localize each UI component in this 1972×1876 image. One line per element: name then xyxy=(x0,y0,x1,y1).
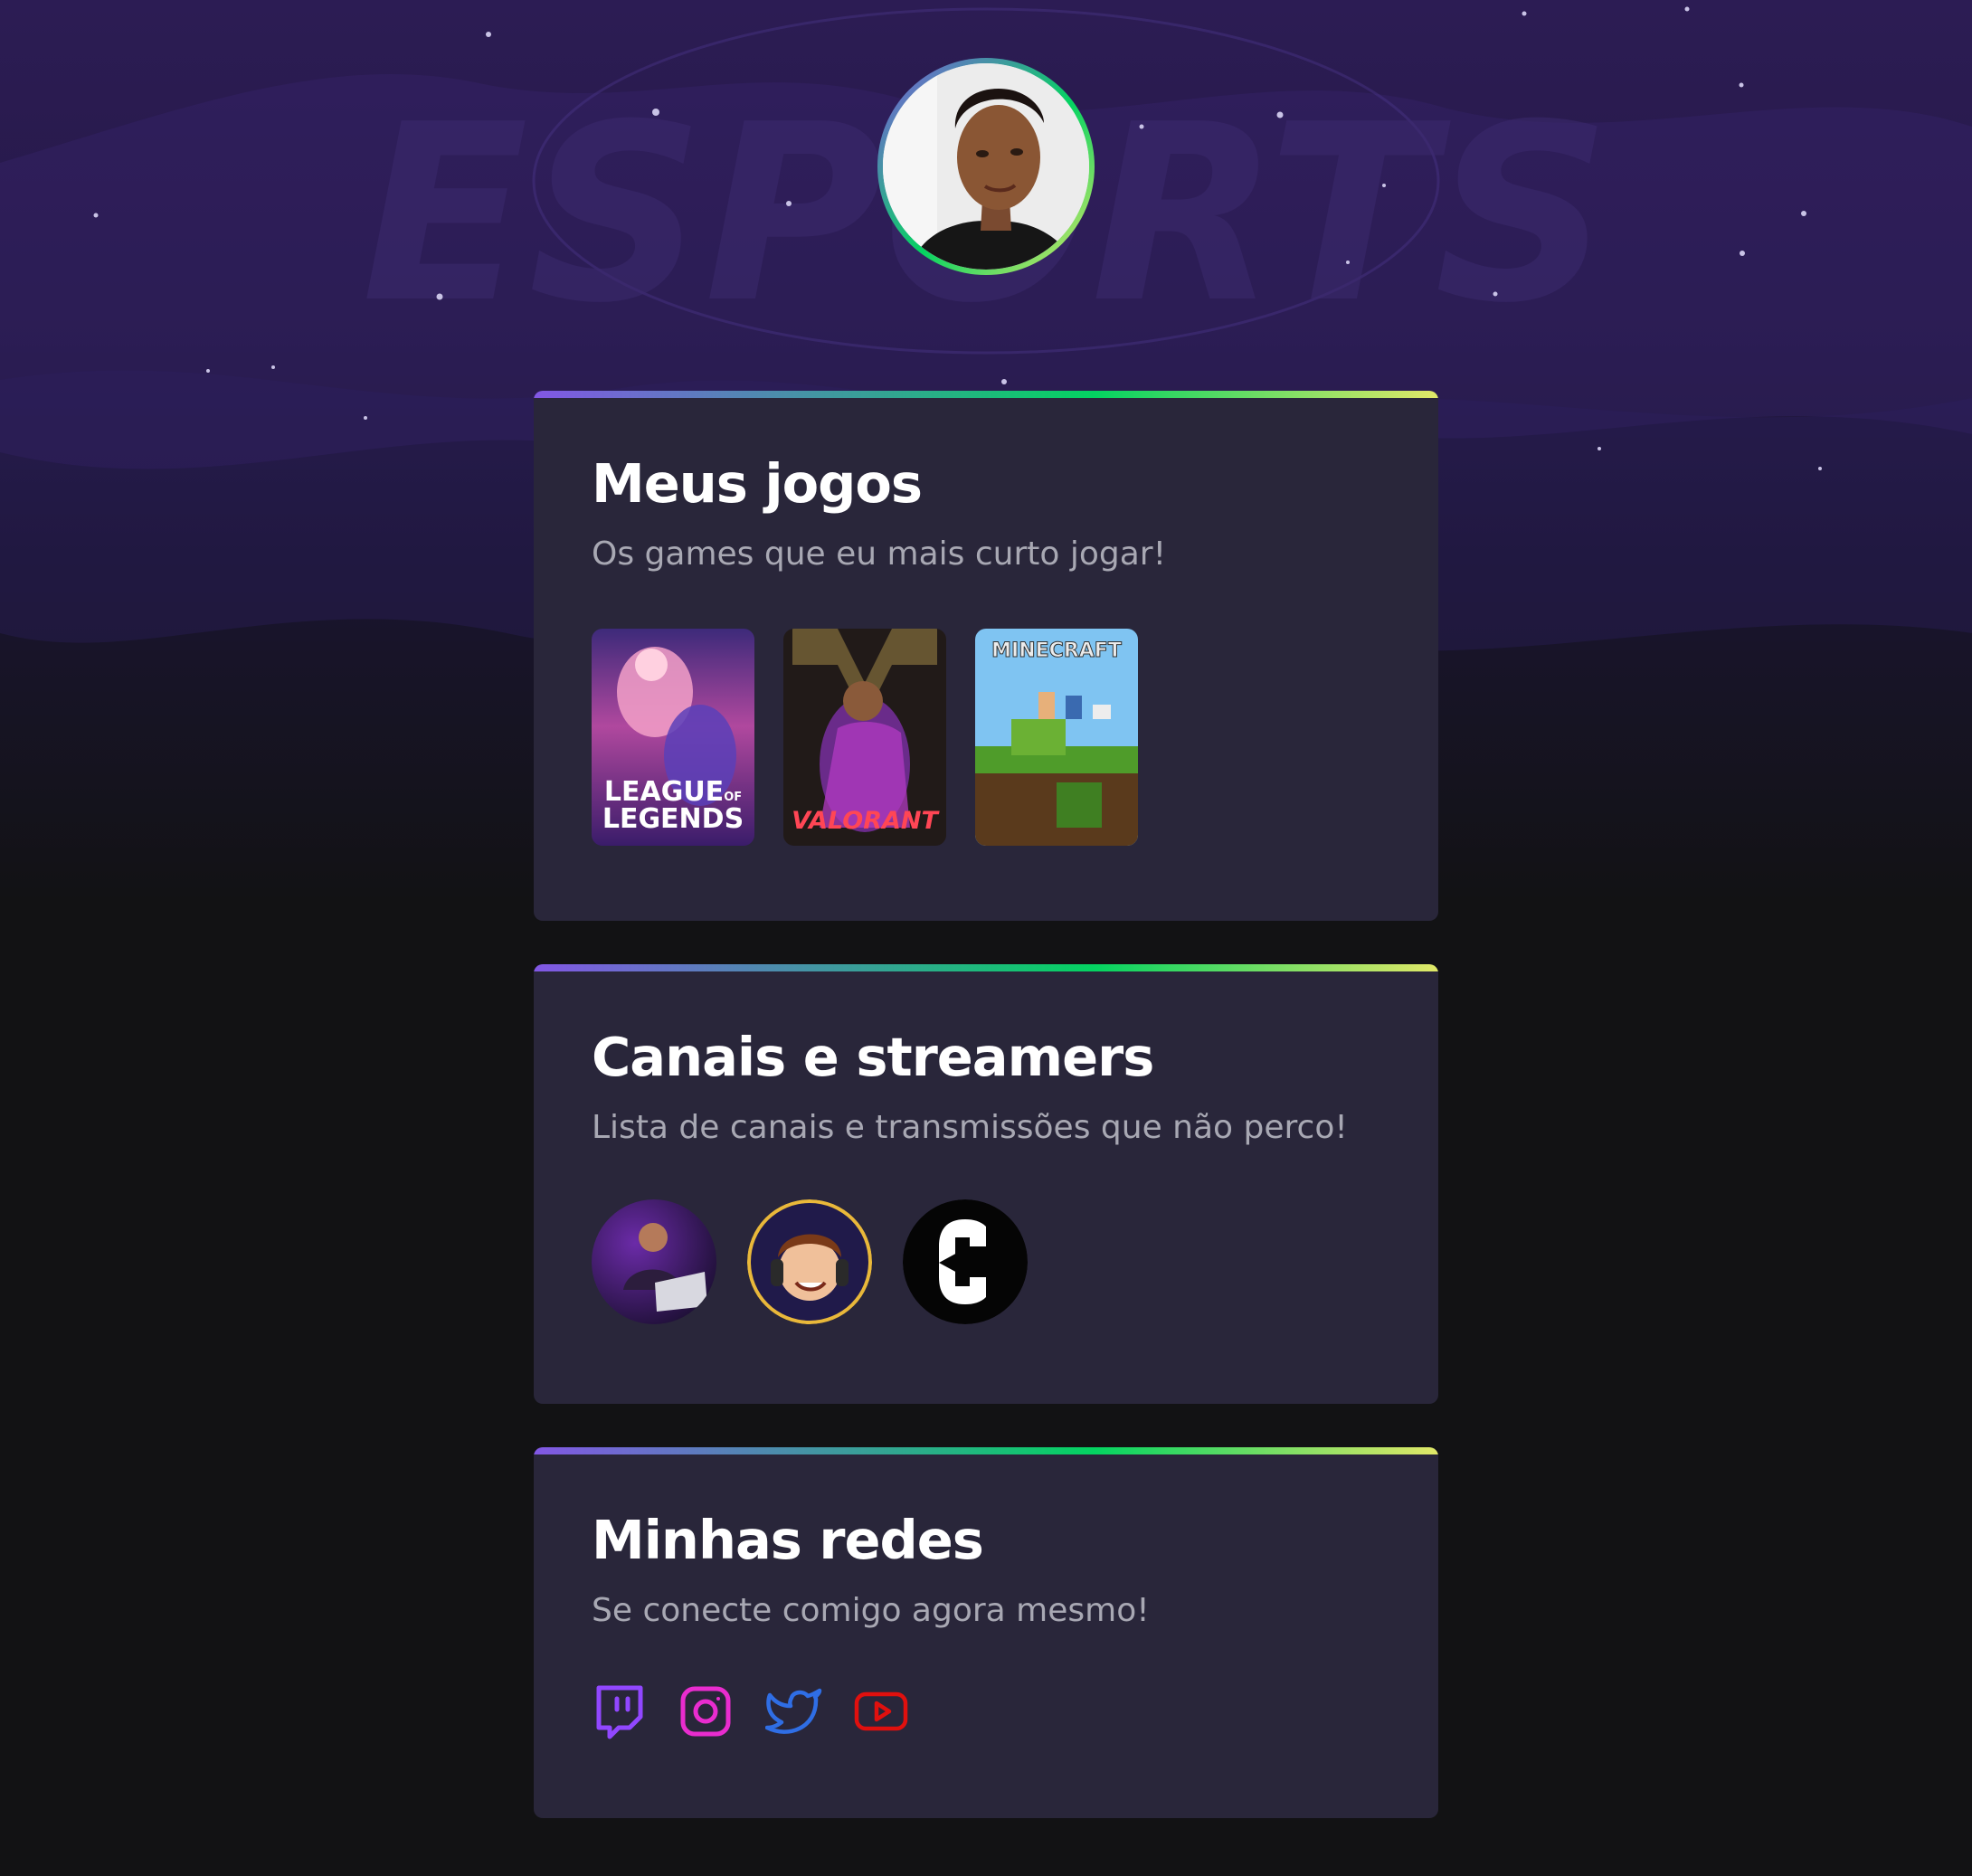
lol-logo-text: LEAGUEOF LEGENDS xyxy=(592,779,754,833)
twitter-icon xyxy=(765,1688,822,1734)
youtube-link[interactable] xyxy=(852,1682,910,1740)
lol-label-of: OF xyxy=(724,791,743,804)
streamer-avatar-c-logo-icon xyxy=(903,1199,1028,1324)
youtube-icon xyxy=(854,1691,908,1731)
social-card-title: Minhas redes xyxy=(592,1509,984,1571)
streamer-avatar-cartoon-headset-icon xyxy=(747,1199,872,1324)
social-card-subtitle: Se conecte comigo agora mesmo! xyxy=(592,1592,1150,1629)
profile-avatar xyxy=(883,63,1089,270)
game-league-of-legends[interactable]: LEAGUEOF LEGENDS xyxy=(592,629,754,846)
game-valorant[interactable]: VALORANT xyxy=(783,629,946,846)
twitch-link[interactable] xyxy=(590,1682,648,1740)
channels-card: Canais e streamers Lista de canais e tra… xyxy=(534,964,1438,1404)
instagram-link[interactable] xyxy=(677,1682,735,1740)
twitch-icon xyxy=(596,1685,643,1739)
games-card-title: Meus jogos xyxy=(592,452,923,515)
channels-card-subtitle: Lista de canais e transmissões que não p… xyxy=(592,1109,1348,1146)
games-card: Meus jogos Os games que eu mais curto jo… xyxy=(534,391,1438,921)
twitter-link[interactable] xyxy=(765,1682,823,1740)
valorant-logo-text: VALORANT xyxy=(792,807,938,835)
streamer-1[interactable] xyxy=(592,1199,716,1324)
minecraft-logo-text: MINECRAFT xyxy=(991,640,1123,662)
streamer-avatar-gamer-laptop-icon xyxy=(592,1199,716,1324)
streamer-2[interactable] xyxy=(747,1199,872,1324)
instagram-icon xyxy=(680,1686,731,1737)
streamer-3[interactable] xyxy=(903,1199,1028,1324)
profile-avatar-frame xyxy=(877,58,1095,275)
social-card: Minhas redes Se conecte comigo agora mes… xyxy=(534,1447,1438,1818)
lol-label-line2: LEGENDS xyxy=(602,803,744,835)
games-card-subtitle: Os games que eu mais curto jogar! xyxy=(592,535,1167,573)
game-minecraft[interactable]: MINECRAFT xyxy=(975,629,1138,846)
channels-card-title: Canais e streamers xyxy=(592,1026,1154,1088)
profile-photo-icon xyxy=(883,63,1089,270)
